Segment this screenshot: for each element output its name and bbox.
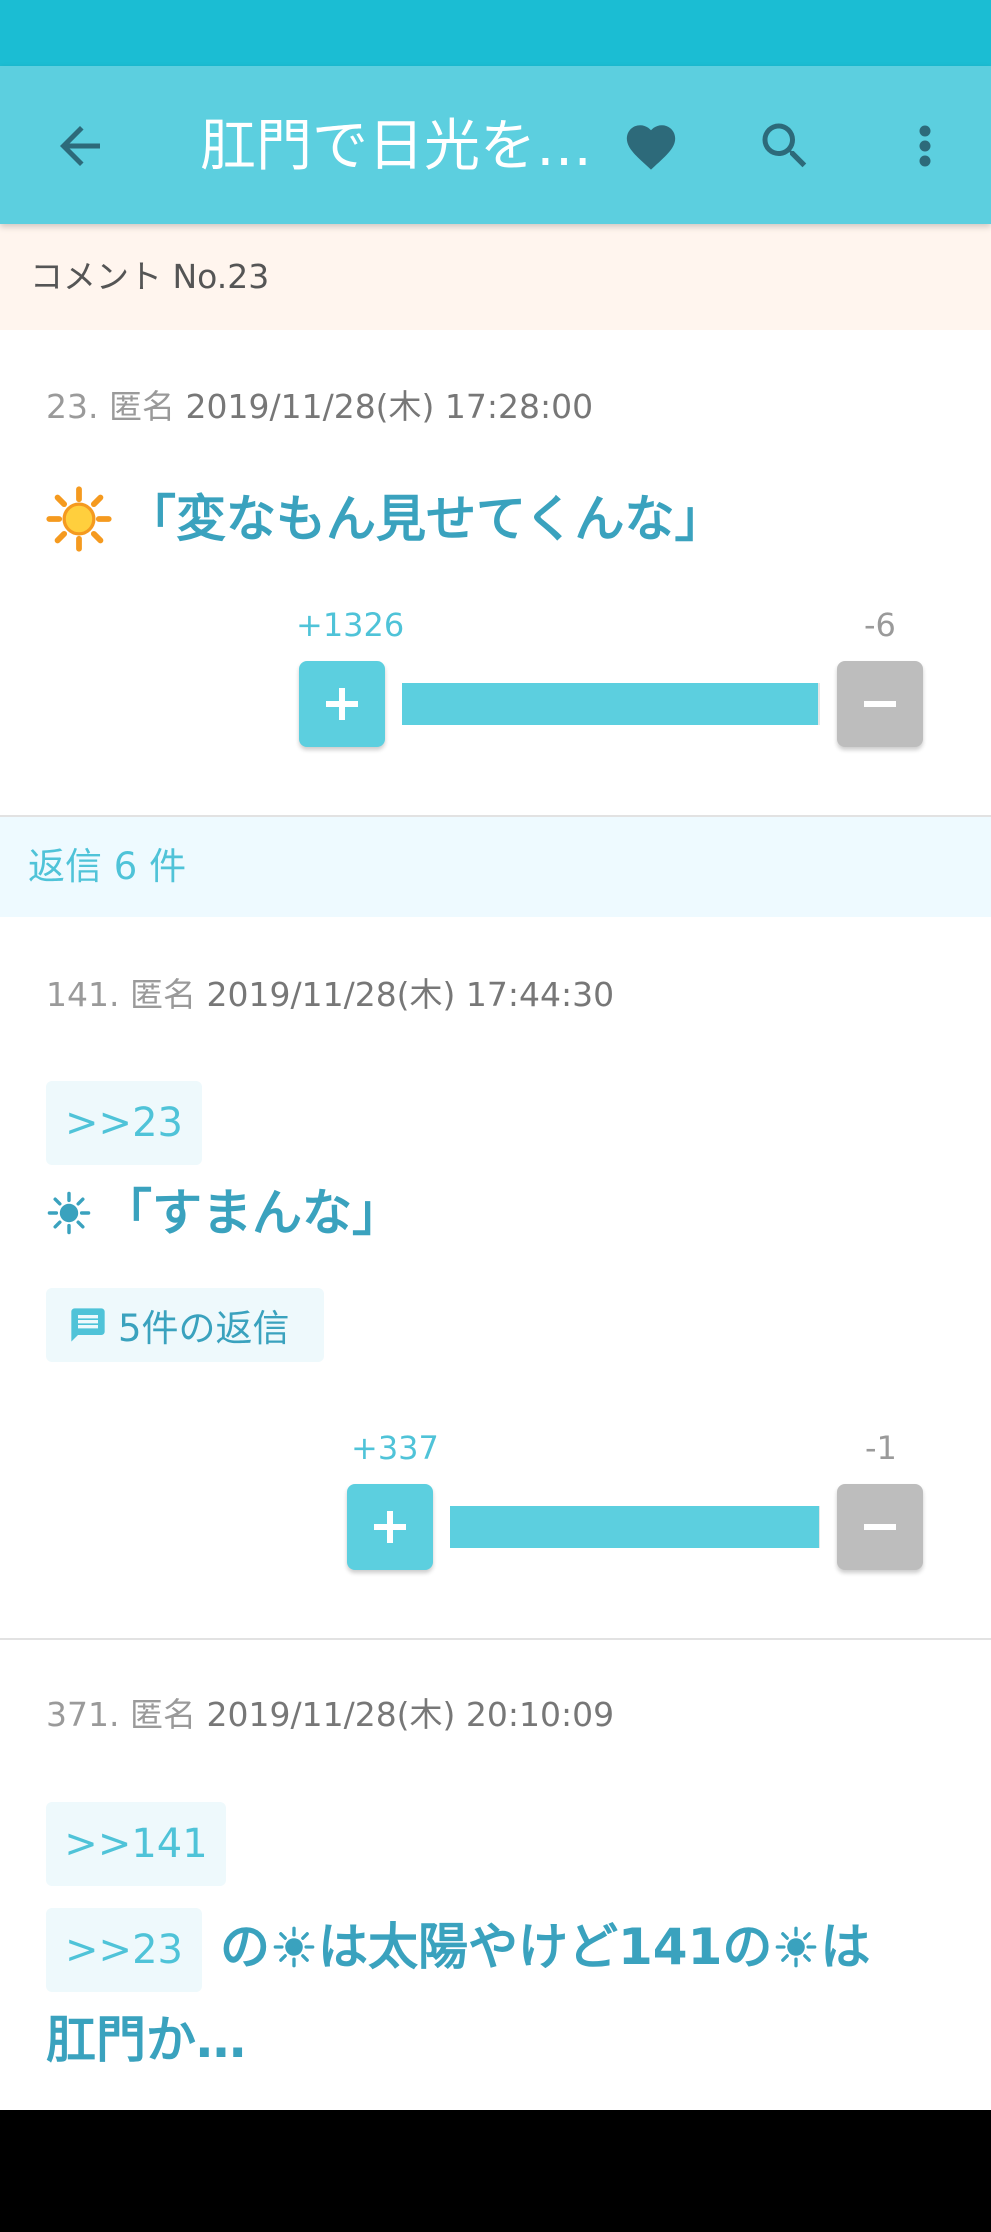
sun-icon [273,1926,315,1967]
vote-ratio-bar [450,1506,820,1548]
minus-vote-button[interactable] [837,1484,923,1570]
comment-date: 2019/11/28(木) 17:28:00 [185,387,594,426]
page-title: 肛門で日光を… [200,114,592,179]
comment-text: は太陽やけど141の [318,1918,773,1976]
comment-body: 「変なもん見せてくんな」 [46,484,725,554]
comment-text: 「すまんな」 [102,1184,402,1242]
arrow-back-icon[interactable] [50,116,110,176]
comment-date: 2019/11/28(木) 17:44:30 [206,975,615,1014]
replies-count-button[interactable]: 5件の返信 [46,1288,324,1362]
minus-vote-button[interactable] [837,661,923,747]
minus-icon [864,701,896,707]
heart-icon[interactable] [622,118,680,176]
minus-icon [864,1524,896,1530]
sun-icon [47,1191,91,1234]
search-icon[interactable] [755,116,815,176]
plus-vote-button[interactable] [347,1484,433,1570]
sun-icon [46,485,112,552]
comment-author: 匿名 [129,1695,196,1734]
comment-text: の [220,1918,270,1976]
more-vert-icon[interactable] [905,116,945,176]
divider [0,1638,991,1640]
comment-number: 141. [46,975,120,1014]
comment-number-header: コメント No.23 [0,224,991,330]
status-bar [0,0,991,66]
comment-meta: 141. 匿名 2019/11/28(木) 17:44:30 [46,968,614,1016]
reply-anchor-link[interactable]: >>23 [46,1081,202,1165]
vote-ratio-bar [402,683,820,725]
replies-header: 返信 6 件 [0,817,991,917]
comment-text: 「変なもん見せてくんな」 [126,490,725,548]
reply-anchor-link[interactable]: >>23 [46,1908,202,1992]
comment-body-line2: 肛門か… [46,2011,246,2069]
reply-anchor-link[interactable]: >>141 [46,1802,226,1886]
plus-vote-count: +337 [351,1429,439,1467]
comment-body-line1: の は太陽やけど141の は [220,1912,870,1982]
plus-vote-button[interactable] [299,661,385,747]
plus-icon [374,1511,406,1543]
vote-ratio-fill [450,1506,819,1548]
comment-body: 「すまんな」 [46,1178,402,1248]
comment-meta: 23. 匿名 2019/11/28(木) 17:28:00 [46,380,593,428]
comment-author: 匿名 [129,975,196,1014]
vote-ratio-fill [402,683,818,725]
comment-date: 2019/11/28(木) 20:10:09 [206,1695,615,1734]
comment-author: 匿名 [108,387,175,426]
minus-vote-count: -1 [865,1429,897,1467]
minus-vote-count: -6 [864,606,896,644]
comment-number: 371. [46,1695,120,1734]
app-bar: 肛門で日光を… [0,66,991,224]
plus-icon [326,688,358,720]
replies-count-label: 5件の返信 [118,1307,290,1350]
sun-icon [776,1926,817,1967]
comment-icon [71,1308,105,1342]
plus-vote-count: +1326 [296,606,405,644]
comment-number: 23. [46,387,99,426]
comment-text: は [820,1918,871,1976]
system-navigation-bar [0,2110,991,2232]
comment-meta: 371. 匿名 2019/11/28(木) 20:10:09 [46,1688,614,1736]
